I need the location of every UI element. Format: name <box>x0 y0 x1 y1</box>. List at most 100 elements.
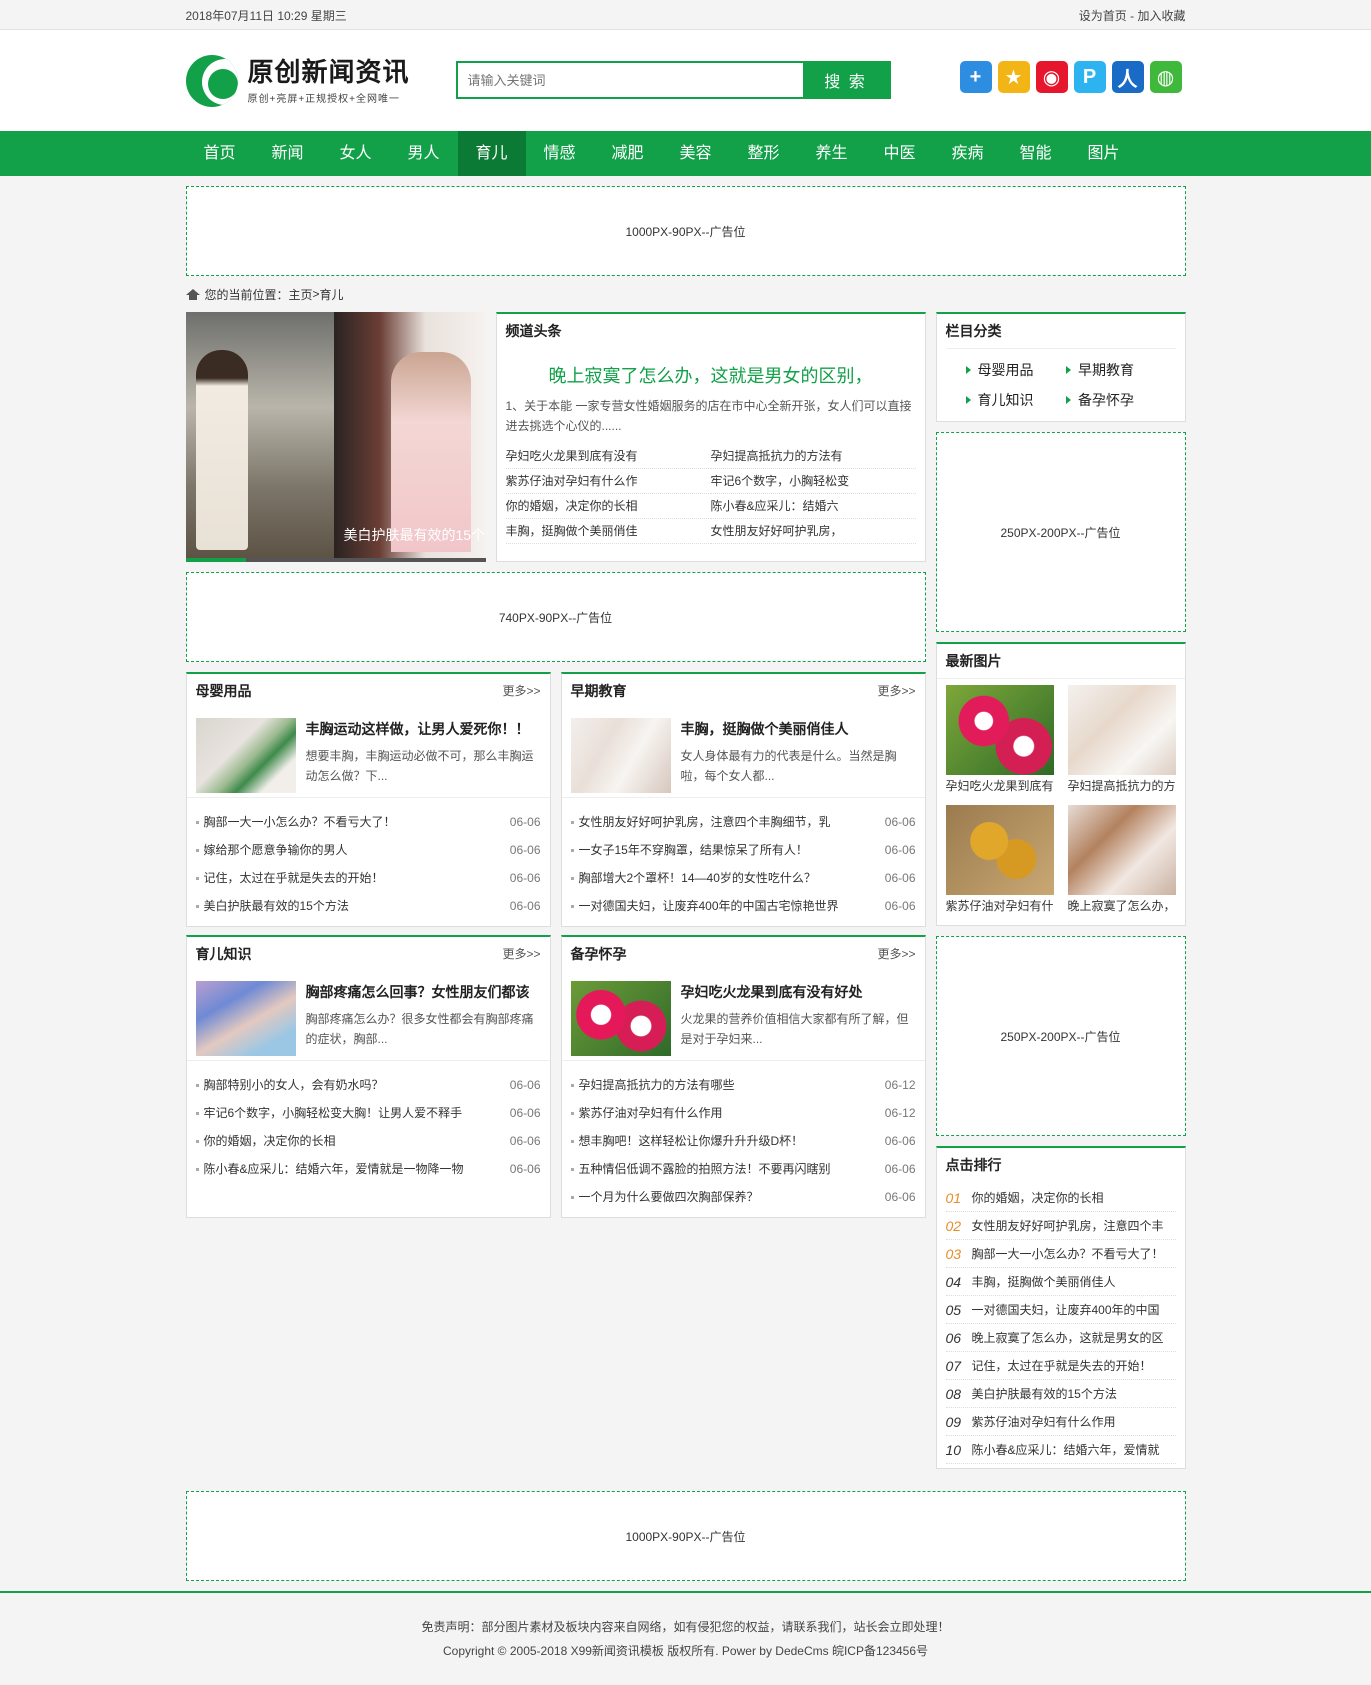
nav-item[interactable]: 中医 <box>866 131 934 176</box>
wechat-icon[interactable]: ◍ <box>1149 61 1182 93</box>
rank-title-link[interactable]: 胸部一大一小怎么办？不看亏大了！ <box>972 1240 1164 1267</box>
sidebar-category-link[interactable]: 母婴用品 <box>965 355 1067 385</box>
list-item[interactable]: 美白护肤最有效的15个方法 06-06 <box>195 892 541 920</box>
featured-article[interactable]: 丰胸，挺胸做个美丽俏佳人 女人身体最有力的代表是什么。当然是胸啦，每个女人都... <box>561 708 925 798</box>
breadcrumb-current[interactable]: 育儿 <box>320 286 344 303</box>
rank-title-link[interactable]: 一对德国夫妇，让废弃400年的中国 <box>972 1296 1160 1323</box>
featured-thumbnail[interactable] <box>570 718 671 793</box>
list-item[interactable]: 一女子15年不穿胸罩，结果惊呆了所有人！ 06-06 <box>570 836 916 864</box>
nav-item[interactable]: 新闻 <box>254 131 322 176</box>
latest-pic-item[interactable]: 紫苏仔油对孕妇有什 <box>945 805 1054 917</box>
list-item[interactable]: 胸部增大2个罩杯！14—40岁的女性吃什么？ 06-06 <box>570 864 916 892</box>
ad-banner-top[interactable]: 1000PX-90PX--广告位 <box>185 186 1186 276</box>
featured-title[interactable]: 丰胸，挺胸做个美丽俏佳人 <box>681 718 916 740</box>
renren-icon[interactable]: 人 <box>1111 61 1144 93</box>
site-logo[interactable]: 原创新闻资讯 原创+亮屏+正规授权+全网唯一 <box>185 55 410 107</box>
latest-pic-item[interactable]: 孕妇提高抵抗力的方 <box>1067 685 1176 797</box>
more-link[interactable]: 更多>> <box>502 674 540 708</box>
list-item-title[interactable]: 五种情侣低调不露脸的拍照方法！不要再闪瞎别 <box>570 1155 841 1183</box>
rank-item[interactable]: 04 丰胸，挺胸做个美丽俏佳人 <box>945 1268 1176 1296</box>
ad-banner-mid[interactable]: 740PX-90PX--广告位 <box>185 572 926 662</box>
rank-item[interactable]: 02 女性朋友好好呵护乳房，注意四个丰 <box>945 1212 1176 1240</box>
rank-item[interactable]: 08 美白护肤最有效的15个方法 <box>945 1380 1176 1408</box>
latest-pic-thumbnail[interactable] <box>945 685 1054 775</box>
nav-item[interactable]: 图片 <box>1070 131 1138 176</box>
ad-sidebar-1[interactable]: 250PX-200PX--广告位 <box>935 432 1186 632</box>
qzone-plus-icon[interactable]: + <box>959 61 992 93</box>
rank-item[interactable]: 06 晚上寂寞了怎么办，这就是男女的区 <box>945 1324 1176 1352</box>
nav-item[interactable]: 减肥 <box>594 131 662 176</box>
headline-link[interactable]: 紫苏仔油对孕妇有什么作 <box>505 469 711 494</box>
list-item[interactable]: 一个月为什么要做四次胸部保养？ 06-06 <box>570 1183 916 1211</box>
qzone-star-icon[interactable]: ★ <box>997 61 1030 93</box>
rank-item[interactable]: 05 一对德国夫妇，让废弃400年的中国 <box>945 1296 1176 1324</box>
more-link[interactable]: 更多>> <box>877 674 915 708</box>
more-link[interactable]: 更多>> <box>877 937 915 971</box>
list-item-title[interactable]: 美白护肤最有效的15个方法 <box>195 892 466 920</box>
set-home-link[interactable]: 设为首页 <box>1079 9 1127 23</box>
nav-item[interactable]: 情感 <box>526 131 594 176</box>
list-item[interactable]: 五种情侣低调不露脸的拍照方法！不要再闪瞎别 06-06 <box>570 1155 916 1183</box>
list-item-title[interactable]: 一个月为什么要做四次胸部保养？ <box>570 1183 841 1211</box>
nav-item[interactable]: 智能 <box>1002 131 1070 176</box>
more-link[interactable]: 更多>> <box>502 937 540 971</box>
rank-item[interactable]: 07 记住，太过在乎就是失去的开始！ <box>945 1352 1176 1380</box>
list-item-title[interactable]: 女性朋友好好呵护乳房，注意四个丰胸细节，乳 <box>570 808 841 836</box>
list-item[interactable]: 想丰胸吧！这样轻松让你爆升升升级D杯！ 06-06 <box>570 1127 916 1155</box>
list-item[interactable]: 陈小春&应采儿：结婚六年，爱情就是一物降一物 06-06 <box>195 1155 541 1183</box>
search-button[interactable]: 搜 索 <box>802 63 889 97</box>
list-item-title[interactable]: 牢记6个数字，小胸轻松变大胸！让男人爱不释手 <box>195 1099 466 1127</box>
rank-item[interactable]: 10 陈小春&应采儿：结婚六年，爱情就 <box>945 1436 1176 1464</box>
featured-thumbnail[interactable] <box>195 981 296 1056</box>
rank-title-link[interactable]: 紫苏仔油对孕妇有什么作用 <box>972 1408 1116 1435</box>
list-item-title[interactable]: 胸部一大一小怎么办？不看亏大了！ <box>195 808 466 836</box>
featured-title[interactable]: 胸部疼痛怎么回事？女性朋友们都该 <box>306 981 541 1003</box>
list-item[interactable]: 嫁给那个愿意争输你的男人 06-06 <box>195 836 541 864</box>
headline-link[interactable]: 丰胸，挺胸做个美丽俏佳 <box>505 519 711 544</box>
headline-link[interactable]: 你的婚姻，决定你的长相 <box>505 494 711 519</box>
rank-title-link[interactable]: 陈小春&应采儿：结婚六年，爱情就 <box>972 1436 1160 1463</box>
rank-title-link[interactable]: 美白护肤最有效的15个方法 <box>972 1380 1117 1407</box>
featured-title[interactable]: 孕妇吃火龙果到底有没有好处 <box>681 981 916 1003</box>
nav-item[interactable]: 男人 <box>390 131 458 176</box>
pengyou-icon[interactable]: P <box>1073 61 1106 93</box>
latest-pic-caption[interactable]: 晚上寂寞了怎么办， <box>1068 895 1176 917</box>
rank-item[interactable]: 03 胸部一大一小怎么办？不看亏大了！ <box>945 1240 1176 1268</box>
image-slider[interactable]: 美白护肤最有效的15个 <box>185 312 486 562</box>
featured-article[interactable]: 胸部疼痛怎么回事？女性朋友们都该 胸部疼痛怎么办？很多女性都会有胸部疼痛的症状，胸… <box>186 971 550 1061</box>
list-item[interactable]: 一对德国夫妇，让废弃400年的中国古宅惊艳世界 06-06 <box>570 892 916 920</box>
nav-item[interactable]: 首页 <box>186 131 254 176</box>
list-item[interactable]: 胸部特别小的女人，会有奶水吗？ 06-06 <box>195 1071 541 1099</box>
breadcrumb-home[interactable]: 主页 <box>289 286 313 303</box>
nav-item[interactable]: 养生 <box>798 131 866 176</box>
rank-title-link[interactable]: 晚上寂寞了怎么办，这就是男女的区 <box>972 1324 1164 1351</box>
list-item[interactable]: 女性朋友好好呵护乳房，注意四个丰胸细节，乳 06-06 <box>570 808 916 836</box>
sidebar-category-link[interactable]: 育儿知识 <box>965 385 1067 415</box>
list-item-title[interactable]: 你的婚姻，决定你的长相 <box>195 1127 466 1155</box>
list-item-title[interactable]: 想丰胸吧！这样轻松让你爆升升升级D杯！ <box>570 1127 841 1155</box>
list-item[interactable]: 孕妇提高抵抗力的方法有哪些 06-12 <box>570 1071 916 1099</box>
headline-link[interactable]: 陈小春&应采儿：结婚六 <box>710 494 916 519</box>
headline-link[interactable]: 孕妇吃火龙果到底有没有 <box>505 444 711 469</box>
rank-title-link[interactable]: 你的婚姻，决定你的长相 <box>972 1184 1104 1211</box>
list-item-title[interactable]: 胸部特别小的女人，会有奶水吗？ <box>195 1071 466 1099</box>
ad-sidebar-2[interactable]: 250PX-200PX--广告位 <box>935 936 1186 1136</box>
list-item[interactable]: 牢记6个数字，小胸轻松变大胸！让男人爱不释手 06-06 <box>195 1099 541 1127</box>
latest-pic-thumbnail[interactable] <box>1067 685 1176 775</box>
rank-title-link[interactable]: 丰胸，挺胸做个美丽俏佳人 <box>972 1268 1116 1295</box>
nav-item[interactable]: 疾病 <box>934 131 1002 176</box>
sidebar-category-link[interactable]: 备孕怀孕 <box>1066 385 1167 415</box>
list-item-title[interactable]: 陈小春&应采儿：结婚六年，爱情就是一物降一物 <box>195 1155 466 1183</box>
nav-item[interactable]: 美容 <box>662 131 730 176</box>
list-item-title[interactable]: 一对德国夫妇，让废弃400年的中国古宅惊艳世界 <box>570 892 841 920</box>
ad-banner-bottom[interactable]: 1000PX-90PX--广告位 <box>185 1491 1186 1581</box>
list-item-title[interactable]: 一女子15年不穿胸罩，结果惊呆了所有人！ <box>570 836 841 864</box>
headline-link[interactable]: 孕妇提高抵抗力的方法有 <box>710 444 916 469</box>
list-item-title[interactable]: 胸部增大2个罩杯！14—40岁的女性吃什么？ <box>570 864 841 892</box>
rank-item[interactable]: 09 紫苏仔油对孕妇有什么作用 <box>945 1408 1176 1436</box>
list-item[interactable]: 你的婚姻，决定你的长相 06-06 <box>195 1127 541 1155</box>
rank-title-link[interactable]: 记住，太过在乎就是失去的开始！ <box>972 1352 1152 1379</box>
list-item[interactable]: 记住，太过在乎就是失去的开始！ 06-06 <box>195 864 541 892</box>
list-item-title[interactable]: 嫁给那个愿意争输你的男人 <box>195 836 466 864</box>
featured-thumbnail[interactable] <box>195 718 296 793</box>
